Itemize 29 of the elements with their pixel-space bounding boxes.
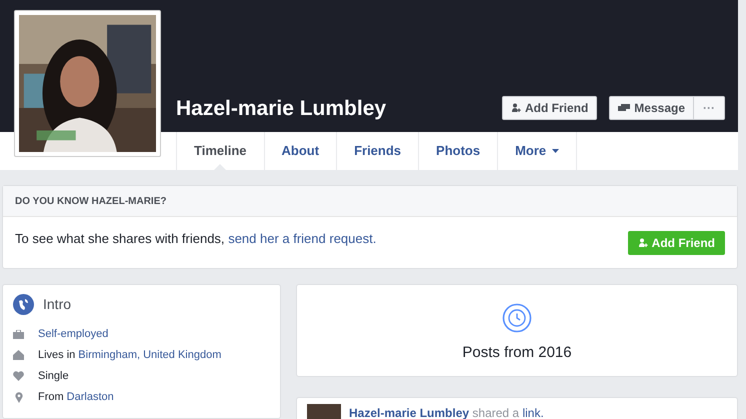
profile-tab[interactable]: About bbox=[264, 132, 338, 170]
add-person-icon bbox=[638, 238, 648, 248]
add-person-icon bbox=[510, 103, 521, 113]
house-icon bbox=[13, 350, 24, 360]
caret-icon bbox=[552, 149, 560, 153]
intro-text: Lives in bbox=[38, 348, 76, 363]
profile-name: Hazel-marie Lumbley bbox=[176, 98, 388, 119]
card-message: To see what she shares with friends, send her a friend request. bbox=[15, 230, 376, 248]
profile-tab[interactable]: Friends bbox=[337, 132, 420, 170]
clock-icon bbox=[502, 303, 532, 333]
message-button[interactable]: Message bbox=[609, 96, 694, 120]
profile-tab[interactable]: Timeline bbox=[176, 132, 265, 170]
profile-tab[interactable]: Photos bbox=[419, 132, 498, 170]
heart-icon bbox=[13, 371, 24, 381]
posts-year-title: Posts from 2016 bbox=[462, 343, 572, 363]
intro-link[interactable]: Darlaston bbox=[66, 388, 114, 406]
chat-icon bbox=[618, 104, 630, 112]
add-friend-button[interactable]: Add Friend bbox=[502, 96, 598, 120]
intro-link[interactable]: Birmingham, United Kingdom bbox=[78, 346, 222, 364]
friend-request-link[interactable]: send her a friend request. bbox=[228, 230, 376, 246]
post-link[interactable]: link. bbox=[522, 406, 544, 419]
intro-text: From bbox=[38, 390, 64, 405]
card-title: DO YOU KNOW HAZEL-MARIE? bbox=[15, 194, 166, 208]
location-pin-icon bbox=[14, 392, 22, 402]
intro-link[interactable]: Self-employed bbox=[38, 326, 108, 342]
profile-tab[interactable]: More bbox=[498, 132, 578, 170]
intro-title: Intro bbox=[43, 295, 72, 314]
briefcase-icon bbox=[13, 330, 24, 338]
intro-text: Single bbox=[38, 368, 69, 384]
